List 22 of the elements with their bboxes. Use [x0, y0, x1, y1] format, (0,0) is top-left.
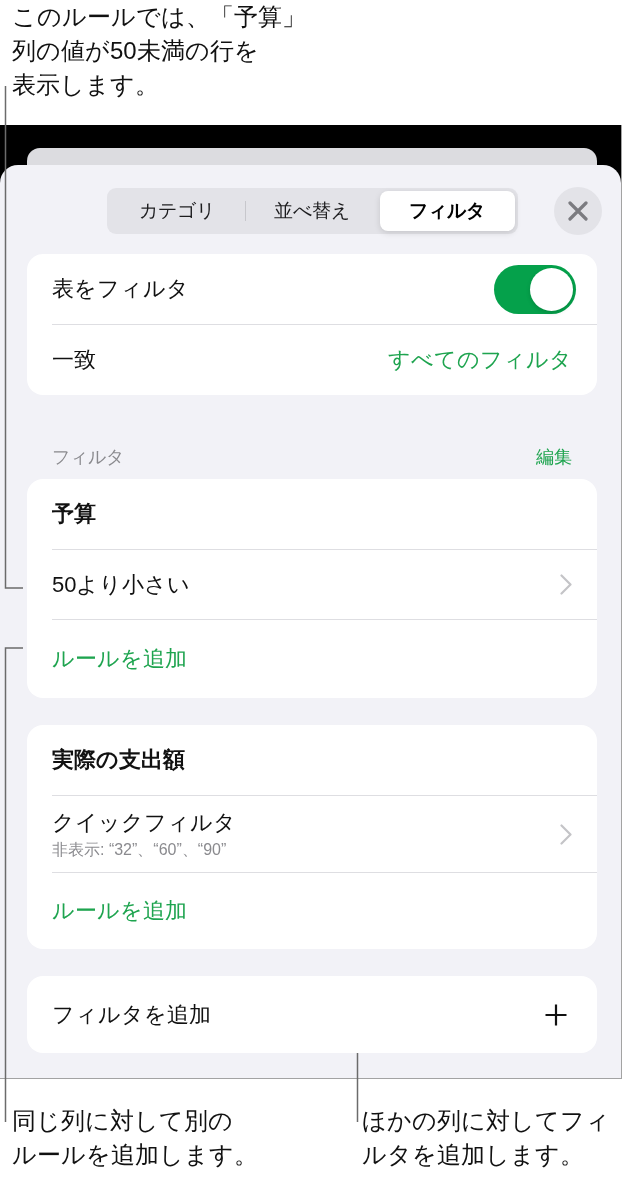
- chevron-right-icon: [560, 574, 572, 595]
- rule-label[interactable]: 50より小さい: [52, 569, 191, 600]
- segment-tab[interactable]: カテゴリ: [109, 191, 245, 231]
- callout-text: このルールでは、「予算」列の値が50未満の行を表示します。: [12, 2, 307, 100]
- segment-tab[interactable]: フィルタ: [379, 191, 515, 231]
- rule-detail: 非表示: “32”、“60”、“90”: [52, 839, 227, 860]
- section-header: フィルタ: [52, 446, 124, 469]
- column-name: 予算: [52, 500, 96, 528]
- setting-label: 一致: [52, 346, 96, 374]
- close-button[interactable]: [554, 187, 602, 235]
- callout-text: ほかの列に対してフィルタを追加します。: [362, 1106, 611, 1170]
- close-icon: [568, 201, 588, 221]
- callout-text: 同じ列に対して別のルールを追加します。: [12, 1106, 259, 1170]
- plus-icon: [545, 1003, 567, 1026]
- add-filter-button[interactable]: フィルタを追加: [27, 976, 597, 1053]
- column-name: 実際の支出額: [52, 746, 185, 774]
- filter-toggle[interactable]: [494, 264, 576, 314]
- segment-tab[interactable]: 並べ替え: [244, 191, 380, 231]
- chevron-right-icon: [560, 823, 572, 845]
- setting-label: 表をフィルタ: [52, 275, 189, 303]
- leader-line: [356, 1052, 359, 1123]
- rule-label[interactable]: クイックフィルタ: [52, 807, 236, 838]
